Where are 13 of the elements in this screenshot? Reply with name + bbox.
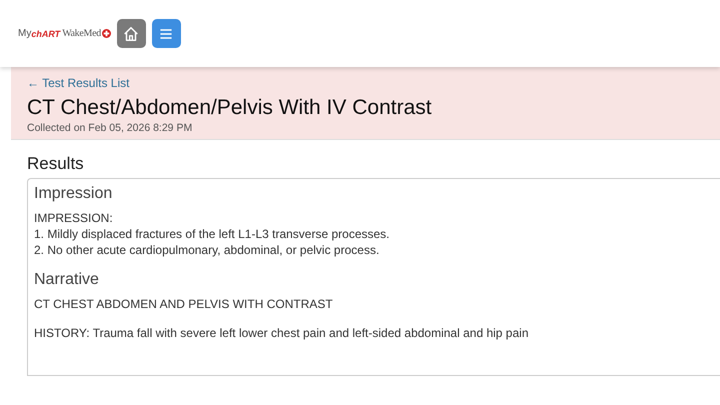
- collected-date: Collected on Feb 05, 2026 8:29 PM: [27, 122, 194, 134]
- report-text: IMPRESSION: 1. Mildly displaced fractures of the left L1-L3 transverse processes. 2. No other acute cardiopulmonary, abdominal, or pelvic process.: [34, 210, 390, 258]
- logo[interactable]: MychART WakeMed: [18, 28, 111, 39]
- result-title: CT Chest/Abdomen/Pelvis With IV Contrast: [27, 96, 433, 120]
- section-heading: Impression: [34, 185, 114, 203]
- home-button[interactable]: [116, 19, 146, 48]
- back-link[interactable]: ← Test Results List: [27, 76, 704, 90]
- report-text: HISTORY: Trauma fall with severe left lower chest pain and left-sided abdominal and hip pain: [34, 325, 530, 341]
- results-heading: Results: [27, 154, 85, 174]
- home-icon: [122, 24, 140, 42]
- report-text: CT CHEST ABDOMEN AND PELVIS WITH CONTRAST: [34, 296, 334, 312]
- menu-button[interactable]: [152, 19, 181, 48]
- section-heading: Narrative: [34, 271, 100, 289]
